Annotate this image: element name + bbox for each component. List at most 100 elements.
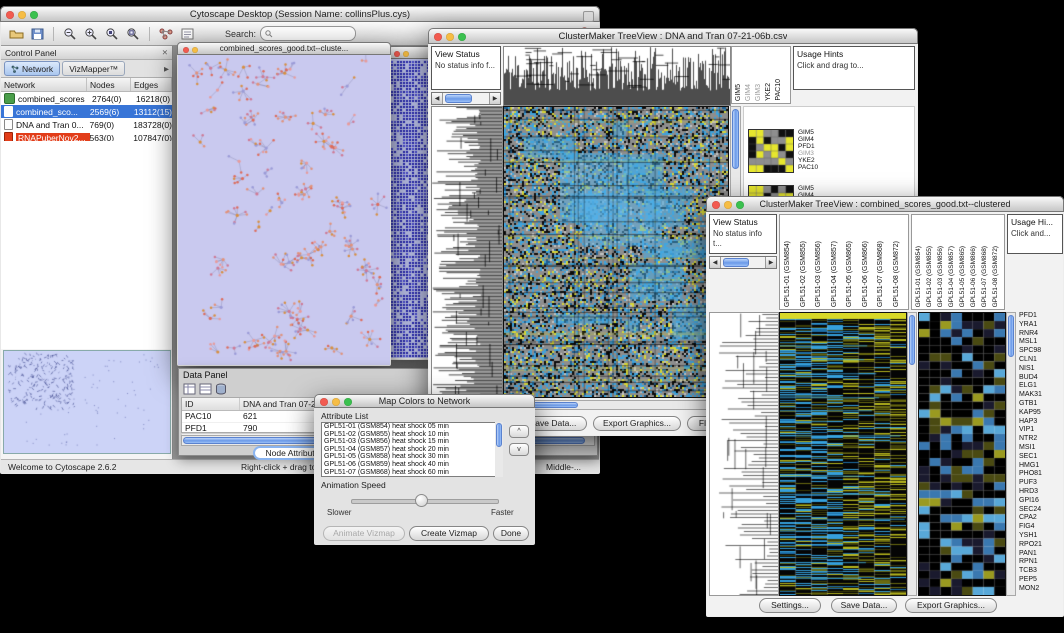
zoom-out-icon[interactable] [61,26,79,42]
column-label: GIM4 [745,84,752,101]
main-titlebar[interactable]: Cytoscape Desktop (Session Name: collins… [0,6,600,22]
gene-label: CLN1 [1019,356,1063,365]
tab-overflow-arrow[interactable]: ▶ [164,65,169,73]
birdseye-view[interactable] [3,350,171,454]
minimize-button[interactable] [724,201,732,209]
export-graphics-button[interactable]: Export Graphics... [905,598,997,613]
treeview-combined-titlebar[interactable]: ClusterMaker TreeView : combined_scores_… [706,196,1064,212]
save-data-button[interactable]: Save Data... [831,598,897,613]
treeview-dna-titlebar[interactable]: ClusterMaker TreeView : DNA and Tran 07-… [428,28,918,44]
gene-label: NTR2 [1019,435,1063,444]
dna-heatmap[interactable] [503,106,729,398]
zoom-in-icon[interactable] [82,26,100,42]
network-list-row[interactable]: combined_sco...2569(6)13112(15) [1,105,172,118]
gene-label: MSI1 [1019,444,1063,453]
network-list-row[interactable]: combined_scores2764(0)16218(0) [1,92,172,105]
move-down-button[interactable]: v [509,443,529,456]
close-button[interactable] [320,398,328,406]
zoom-heatmap-vscrollbar[interactable] [1006,312,1016,596]
tab-network[interactable]: Network [4,61,60,76]
gene-label: MON2 [1019,585,1063,594]
tab-vizmapper[interactable]: VizMapper™ [62,61,125,76]
network-list-row[interactable]: DNA and Tran 0...769(0)183728(0) [1,118,172,131]
dna-heatmap-hscrollbar[interactable] [503,400,729,410]
col-id[interactable]: ID [182,398,240,410]
zoom-button[interactable] [344,398,352,406]
column-dendrogram[interactable] [503,46,731,106]
tree-navigator[interactable]: ◀ ▶ [431,92,501,105]
minimize-button[interactable] [403,51,409,57]
attribute-item[interactable]: GPL51-05 (GSM858) heat shock 30 min [322,453,502,461]
search-field[interactable] [260,26,356,41]
attribute-item[interactable]: GPL51-02 (GSM855) heat shock 10 min [322,431,502,439]
treeview-combined-title: ClusterMaker TreeView : combined_scores_… [760,199,1011,209]
gene-label: HRD3 [1019,488,1063,497]
nav-left-arrow[interactable]: ◀ [710,257,721,268]
close-button[interactable] [394,51,400,57]
gene-label: CPA2 [1019,514,1063,523]
gene-label: PHO81 [1019,470,1063,479]
search-input[interactable] [276,28,344,40]
export-graphics-button[interactable]: Export Graphics... [593,416,681,431]
animation-speed-slider-thumb[interactable] [415,494,428,507]
combined-heatmap[interactable] [779,312,907,596]
close-button[interactable] [6,11,14,19]
close-button[interactable] [183,47,189,53]
attribute-list[interactable]: GPL51-01 (GSM854) heat shock 05 minGPL51… [321,422,503,477]
attribute-item[interactable]: GPL51-04 (GSM857) heat shock 20 min [322,446,502,454]
open-file-icon[interactable] [7,26,25,42]
minimize-button[interactable] [18,11,26,19]
animate-vizmap-button[interactable]: Animate Vizmap [323,526,405,541]
zoom-button[interactable] [30,11,38,19]
control-panel-close-icon[interactable]: ✕ [162,48,168,57]
attribute-list-scrollbar[interactable] [495,422,503,477]
col-network[interactable]: Network [1,78,87,91]
row-dendrogram[interactable] [431,106,503,398]
minimize-button[interactable] [332,398,340,406]
zoom-heatmap[interactable] [918,312,1006,596]
zoom-selected-icon[interactable] [103,26,121,42]
minimize-button[interactable] [446,33,454,41]
view-status-title: View Status [435,49,497,60]
annotation-icon[interactable] [178,26,196,42]
create-vizmap-button[interactable]: Create Vizmap [409,526,489,541]
nav-right-arrow[interactable]: ▶ [489,93,500,104]
nav-thumb[interactable] [445,94,472,103]
map-colors-titlebar[interactable]: Map Colors to Network [314,394,535,408]
done-button[interactable]: Done [493,526,529,541]
column-label: GPL51-06 (GSM866) [970,246,977,307]
tree-navigator[interactable]: ◀ ▶ [709,256,777,269]
close-button[interactable] [712,201,720,209]
slower-label: Slower [327,508,351,517]
correlation-matrix-1[interactable] [748,129,794,173]
nav-thumb[interactable] [723,258,749,267]
save-session-icon[interactable] [28,26,46,42]
cell-id: PFD1 [182,423,240,434]
nav-left-arrow[interactable]: ◀ [432,93,443,104]
attribute-item[interactable]: GPL51-01 (GSM854) heat shock 05 min [322,423,502,431]
network-view-2-canvas[interactable] [389,59,431,358]
network-window-2-titlebar[interactable] [388,46,432,59]
network-view-canvas[interactable] [178,55,390,365]
toolbar-toggle-icon[interactable] [583,11,594,22]
minimize-button[interactable] [192,47,198,53]
network-overview-icon[interactable] [157,26,175,42]
zoom-button[interactable] [458,33,466,41]
row-dendrogram[interactable] [709,312,779,596]
zoom-button[interactable] [736,201,744,209]
col-nodes[interactable]: Nodes [87,78,131,91]
network-view-titlebar[interactable]: combined_scores_good.txt--cluste... [177,42,391,55]
settings-button[interactable]: Settings... [759,598,821,613]
attribute-item[interactable]: GPL51-06 (GSM859) heat shock 40 min [322,461,502,469]
attribute-item[interactable]: GPL51-07 (GSM868) heat shock 60 min [322,469,502,477]
col-edges[interactable]: Edges [131,78,172,91]
move-up-button[interactable]: ^ [509,425,529,438]
attribute-item[interactable]: GPL51-03 (GSM856) heat shock 15 min [322,438,502,446]
close-button[interactable] [434,33,442,41]
zoom-fit-icon[interactable] [124,26,142,42]
nav-right-arrow[interactable]: ▶ [765,257,776,268]
gene-label: MAK31 [1019,391,1063,400]
gene-label: TCB3 [1019,567,1063,576]
status-welcome: Welcome to Cytoscape 2.6.2 [8,462,117,472]
combined-heatmap-vscrollbar[interactable] [907,312,917,596]
